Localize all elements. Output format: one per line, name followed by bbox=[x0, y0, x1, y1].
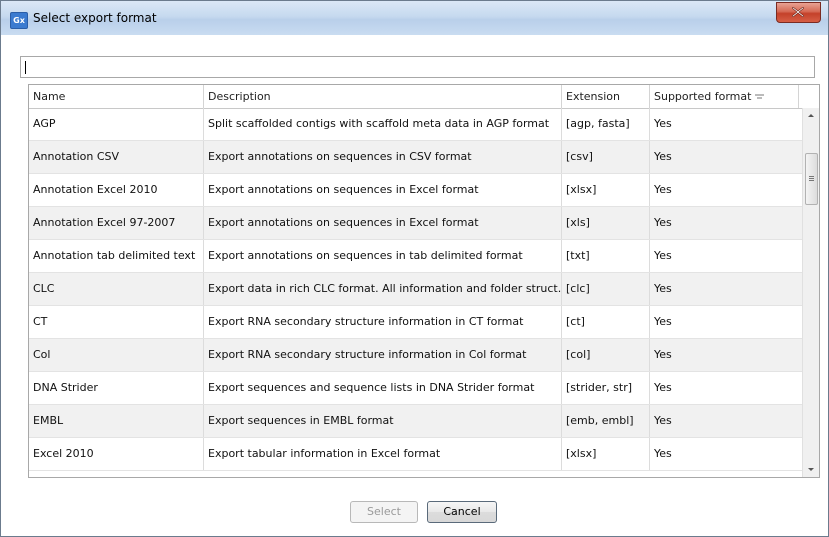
arrow-up-icon bbox=[808, 114, 814, 117]
cell-supported: Yes bbox=[654, 150, 672, 163]
scroll-up-button[interactable] bbox=[803, 108, 819, 124]
cell-name: Excel 2010 bbox=[29, 438, 204, 470]
cell-description: Export annotations on sequences in CSV f… bbox=[204, 141, 562, 173]
cell-extension: [txt] bbox=[562, 240, 650, 272]
scroll-down-button[interactable] bbox=[803, 461, 819, 477]
cell-supported: Yes bbox=[654, 216, 672, 229]
select-button[interactable]: Select bbox=[350, 501, 418, 523]
table-row[interactable]: DNA Strider Export sequences and sequenc… bbox=[29, 372, 804, 405]
close-icon bbox=[792, 7, 804, 17]
column-header-supported-format[interactable]: Supported format bbox=[650, 85, 799, 108]
table-header: Name Description Extension Supported for… bbox=[29, 85, 804, 109]
title-bar[interactable]: Gx Select export format bbox=[1, 1, 828, 35]
cell-description: Export RNA secondary structure informati… bbox=[204, 339, 562, 371]
table-row[interactable]: Annotation Excel 2010 Export annotations… bbox=[29, 174, 804, 207]
cell-description: Export sequences in EMBL format bbox=[204, 405, 562, 437]
column-header-name[interactable]: Name bbox=[29, 85, 204, 108]
table-row[interactable]: AGP Split scaffolded contigs with scaffo… bbox=[29, 108, 804, 141]
cell-supported: Yes bbox=[654, 348, 672, 361]
cell-extension: [clc] bbox=[562, 273, 650, 305]
table-row[interactable]: CLC Export data in rich CLC format. All … bbox=[29, 273, 804, 306]
cell-name: CLC bbox=[29, 273, 204, 305]
cell-description: Split scaffolded contigs with scaffold m… bbox=[204, 108, 562, 140]
format-table: Name Description Extension Supported for… bbox=[28, 84, 820, 478]
table-row[interactable]: Col Export RNA secondary structure infor… bbox=[29, 339, 804, 372]
cell-supported: Yes bbox=[654, 381, 672, 394]
cell-name: Col bbox=[29, 339, 204, 371]
cell-extension: [agp, fasta] bbox=[562, 108, 650, 140]
vertical-scrollbar[interactable] bbox=[802, 108, 819, 477]
column-header-extension[interactable]: Extension bbox=[562, 85, 650, 108]
cell-extension: [xlsx] bbox=[562, 438, 650, 470]
search-input[interactable] bbox=[20, 56, 815, 78]
cell-description: Export sequences and sequence lists in D… bbox=[204, 372, 562, 404]
table-row[interactable]: EMBL Export sequences in EMBL format [em… bbox=[29, 405, 804, 438]
scroll-thumb[interactable] bbox=[805, 153, 818, 205]
cell-name: Annotation Excel 2010 bbox=[29, 174, 204, 206]
cell-description: Export tabular information in Excel form… bbox=[204, 438, 562, 470]
cell-description: Export RNA secondary structure informati… bbox=[204, 306, 562, 338]
close-button[interactable] bbox=[776, 2, 821, 23]
cell-supported: Yes bbox=[654, 447, 672, 460]
text-caret bbox=[25, 61, 26, 74]
cell-supported: Yes bbox=[654, 117, 672, 130]
cell-supported: Yes bbox=[654, 315, 672, 328]
cell-name: CT bbox=[29, 306, 204, 338]
dialog-title: Select export format bbox=[33, 11, 157, 25]
column-header-description[interactable]: Description bbox=[204, 85, 562, 108]
table-row[interactable]: Excel 2010 Export tabular information in… bbox=[29, 438, 804, 471]
cell-extension: [xlsx] bbox=[562, 174, 650, 206]
table-row[interactable]: CT Export RNA secondary structure inform… bbox=[29, 306, 804, 339]
table-row[interactable]: Annotation tab delimited text Export ann… bbox=[29, 240, 804, 273]
cell-supported: Yes bbox=[654, 183, 672, 196]
app-icon: Gx bbox=[10, 12, 28, 29]
table-row[interactable]: Annotation CSV Export annotations on seq… bbox=[29, 141, 804, 174]
cell-supported: Yes bbox=[654, 282, 672, 295]
grip-icon bbox=[809, 176, 814, 181]
arrow-down-icon bbox=[808, 468, 814, 471]
cell-extension: [col] bbox=[562, 339, 650, 371]
cell-name: EMBL bbox=[29, 405, 204, 437]
cell-extension: [ct] bbox=[562, 306, 650, 338]
cell-extension: [xls] bbox=[562, 207, 650, 239]
cell-description: Export annotations on sequences in tab d… bbox=[204, 240, 562, 272]
cell-supported: Yes bbox=[654, 249, 672, 262]
sort-descending-icon bbox=[755, 94, 765, 99]
cancel-button[interactable]: Cancel bbox=[427, 501, 497, 523]
table-row[interactable]: Annotation Excel 97-2007 Export annotati… bbox=[29, 207, 804, 240]
cell-description: Export annotations on sequences in Excel… bbox=[204, 174, 562, 206]
cell-extension: [strider, str] bbox=[562, 372, 650, 404]
cell-extension: [emb, embl] bbox=[562, 405, 650, 437]
cell-supported: Yes bbox=[654, 414, 672, 427]
cell-name: Annotation CSV bbox=[29, 141, 204, 173]
cell-name: AGP bbox=[29, 108, 204, 140]
cell-name: DNA Strider bbox=[29, 372, 204, 404]
cell-name: Annotation Excel 97-2007 bbox=[29, 207, 204, 239]
cell-description: Export data in rich CLC format. All info… bbox=[204, 273, 562, 305]
cell-name: Annotation tab delimited text bbox=[29, 240, 204, 272]
cell-extension: [csv] bbox=[562, 141, 650, 173]
column-header-supported-format-label: Supported format bbox=[654, 90, 752, 103]
cell-description: Export annotations on sequences in Excel… bbox=[204, 207, 562, 239]
